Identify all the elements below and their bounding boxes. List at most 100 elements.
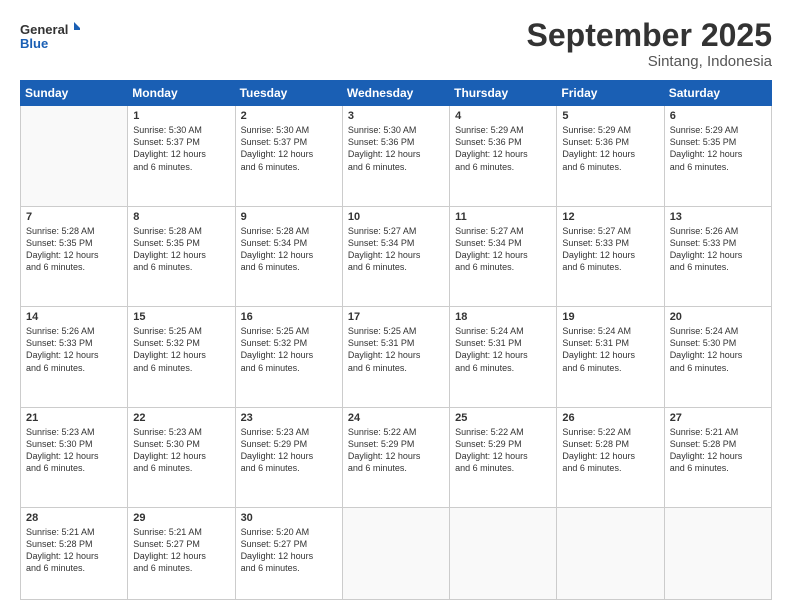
day-number: 3 (348, 110, 444, 122)
table-cell (664, 508, 771, 600)
table-cell: 3Sunrise: 5:30 AM Sunset: 5:36 PM Daylig… (342, 106, 449, 206)
cell-info: Sunrise: 5:25 AM Sunset: 5:32 PM Dayligh… (241, 325, 337, 374)
page: General Blue September 2025 Sintang, Ind… (0, 0, 792, 612)
calendar-week-row: 21 Sunrise: 5:23 AM Sunset: 5:30 PM Dayli… (21, 407, 772, 507)
day-number: 27 (670, 412, 766, 424)
table-cell: 5 Sunrise: 5:29 AM Sunset: 5:36 PM Daylig… (557, 106, 664, 206)
day-number: 23 (241, 412, 337, 424)
day-number: 21 (26, 412, 122, 424)
table-cell: 15 Sunrise: 5:25 AM Sunset: 5:32 PM Dayli… (128, 307, 235, 407)
table-cell: 18 Sunrise: 5:24 AM Sunset: 5:31 PM Dayli… (450, 307, 557, 407)
day-number: 30 (241, 512, 337, 524)
table-cell (342, 508, 449, 600)
day-number: 18 (455, 311, 551, 323)
svg-text:Blue: Blue (20, 36, 48, 51)
cell-info: Sunrise: 5:23 AM Sunset: 5:30 PM Dayligh… (133, 426, 229, 475)
day-number: 20 (670, 311, 766, 323)
cell-info: Sunrise: 5:24 AM Sunset: 5:31 PM Dayligh… (455, 325, 551, 374)
table-cell: 20 Sunrise: 5:24 AM Sunset: 5:30 PM Dayli… (664, 307, 771, 407)
table-cell: 22 Sunrise: 5:23 AM Sunset: 5:30 PM Dayli… (128, 407, 235, 507)
day-number: 7 (26, 211, 122, 223)
table-cell: 6 Sunrise: 5:29 AM Sunset: 5:35 PM Daylig… (664, 106, 771, 206)
day-number: 2 (241, 110, 337, 122)
table-cell: 1 Sunrise: 5:30 AM Sunset: 5:37 PM Daylig… (128, 106, 235, 206)
cell-info: Sunrise: 5:22 AM Sunset: 5:29 PM Dayligh… (348, 426, 444, 475)
calendar-week-row: 7 Sunrise: 5:28 AM Sunset: 5:35 PM Daylig… (21, 206, 772, 306)
table-cell: 10 Sunrise: 5:27 AM Sunset: 5:34 PM Dayli… (342, 206, 449, 306)
col-sunday: Sunday (21, 81, 128, 106)
col-thursday: Thursday (450, 81, 557, 106)
calendar-week-row: 28 Sunrise: 5:21 AM Sunset: 5:28 PM Dayli… (21, 508, 772, 600)
month-title: September 2025 (527, 18, 772, 53)
day-number: 26 (562, 412, 658, 424)
logo: General Blue (20, 18, 80, 56)
day-number: 14 (26, 311, 122, 323)
cell-info: Sunrise: 5:28 AM Sunset: 5:35 PM Dayligh… (26, 225, 122, 274)
day-number: 5 (562, 110, 658, 122)
table-cell: 24Sunrise: 5:22 AM Sunset: 5:29 PM Dayli… (342, 407, 449, 507)
col-saturday: Saturday (664, 81, 771, 106)
cell-info: Sunrise: 5:23 AM Sunset: 5:30 PM Dayligh… (26, 426, 122, 475)
table-cell: 8 Sunrise: 5:28 AM Sunset: 5:35 PM Daylig… (128, 206, 235, 306)
day-number: 1 (133, 110, 229, 122)
col-monday: Monday (128, 81, 235, 106)
subtitle: Sintang, Indonesia (527, 53, 772, 70)
table-cell: 9 Sunrise: 5:28 AM Sunset: 5:34 PM Daylig… (235, 206, 342, 306)
cell-info: Sunrise: 5:29 AM Sunset: 5:36 PM Dayligh… (562, 124, 658, 173)
cell-info: Sunrise: 5:26 AM Sunset: 5:33 PM Dayligh… (670, 225, 766, 274)
calendar-week-row: 14 Sunrise: 5:26 AM Sunset: 5:33 PM Dayli… (21, 307, 772, 407)
table-cell: 4Sunrise: 5:29 AM Sunset: 5:36 PM Daylig… (450, 106, 557, 206)
day-number: 11 (455, 211, 551, 223)
day-number: 9 (241, 211, 337, 223)
cell-info: Sunrise: 5:21 AM Sunset: 5:28 PM Dayligh… (26, 526, 122, 575)
day-number: 13 (670, 211, 766, 223)
table-cell (450, 508, 557, 600)
table-cell: 21 Sunrise: 5:23 AM Sunset: 5:30 PM Dayli… (21, 407, 128, 507)
day-number: 28 (26, 512, 122, 524)
cell-info: Sunrise: 5:21 AM Sunset: 5:27 PM Dayligh… (133, 526, 229, 575)
table-cell: 23 Sunrise: 5:23 AM Sunset: 5:29 PM Dayli… (235, 407, 342, 507)
calendar-table: Sunday Monday Tuesday Wednesday Thursday… (20, 80, 772, 600)
day-number: 15 (133, 311, 229, 323)
day-number: 12 (562, 211, 658, 223)
day-number: 25 (455, 412, 551, 424)
day-number: 10 (348, 211, 444, 223)
table-cell: 28 Sunrise: 5:21 AM Sunset: 5:28 PM Dayli… (21, 508, 128, 600)
day-number: 19 (562, 311, 658, 323)
cell-info: Sunrise: 5:22 AM Sunset: 5:29 PM Dayligh… (455, 426, 551, 475)
col-friday: Friday (557, 81, 664, 106)
cell-info: Sunrise: 5:20 AM Sunset: 5:27 PM Dayligh… (241, 526, 337, 575)
table-cell: 25 Sunrise: 5:22 AM Sunset: 5:29 PM Dayli… (450, 407, 557, 507)
table-cell (21, 106, 128, 206)
table-cell: 26Sunrise: 5:22 AM Sunset: 5:28 PM Dayli… (557, 407, 664, 507)
cell-info: Sunrise: 5:29 AM Sunset: 5:35 PM Dayligh… (670, 124, 766, 173)
table-cell: 27 Sunrise: 5:21 AM Sunset: 5:28 PM Dayli… (664, 407, 771, 507)
day-number: 4 (455, 110, 551, 122)
cell-info: Sunrise: 5:28 AM Sunset: 5:35 PM Dayligh… (133, 225, 229, 274)
table-cell: 16 Sunrise: 5:25 AM Sunset: 5:32 PM Dayli… (235, 307, 342, 407)
cell-info: Sunrise: 5:21 AM Sunset: 5:28 PM Dayligh… (670, 426, 766, 475)
cell-info: Sunrise: 5:27 AM Sunset: 5:33 PM Dayligh… (562, 225, 658, 274)
cell-info: Sunrise: 5:25 AM Sunset: 5:31 PM Dayligh… (348, 325, 444, 374)
table-cell: 2Sunrise: 5:30 AM Sunset: 5:37 PM Daylig… (235, 106, 342, 206)
cell-info: Sunrise: 5:27 AM Sunset: 5:34 PM Dayligh… (348, 225, 444, 274)
day-number: 22 (133, 412, 229, 424)
day-number: 8 (133, 211, 229, 223)
calendar-week-row: 1 Sunrise: 5:30 AM Sunset: 5:37 PM Daylig… (21, 106, 772, 206)
cell-info: Sunrise: 5:27 AM Sunset: 5:34 PM Dayligh… (455, 225, 551, 274)
cell-info: Sunrise: 5:26 AM Sunset: 5:33 PM Dayligh… (26, 325, 122, 374)
col-wednesday: Wednesday (342, 81, 449, 106)
col-tuesday: Tuesday (235, 81, 342, 106)
day-number: 6 (670, 110, 766, 122)
cell-info: Sunrise: 5:30 AM Sunset: 5:37 PM Dayligh… (133, 124, 229, 173)
cell-info: Sunrise: 5:24 AM Sunset: 5:30 PM Dayligh… (670, 325, 766, 374)
logo-svg: General Blue (20, 18, 80, 56)
day-number: 16 (241, 311, 337, 323)
cell-info: Sunrise: 5:24 AM Sunset: 5:31 PM Dayligh… (562, 325, 658, 374)
cell-info: Sunrise: 5:23 AM Sunset: 5:29 PM Dayligh… (241, 426, 337, 475)
table-cell: 12 Sunrise: 5:27 AM Sunset: 5:33 PM Dayli… (557, 206, 664, 306)
cell-info: Sunrise: 5:28 AM Sunset: 5:34 PM Dayligh… (241, 225, 337, 274)
cell-info: Sunrise: 5:25 AM Sunset: 5:32 PM Dayligh… (133, 325, 229, 374)
table-cell: 17Sunrise: 5:25 AM Sunset: 5:31 PM Dayli… (342, 307, 449, 407)
table-cell: 30 Sunrise: 5:20 AM Sunset: 5:27 PM Dayli… (235, 508, 342, 600)
